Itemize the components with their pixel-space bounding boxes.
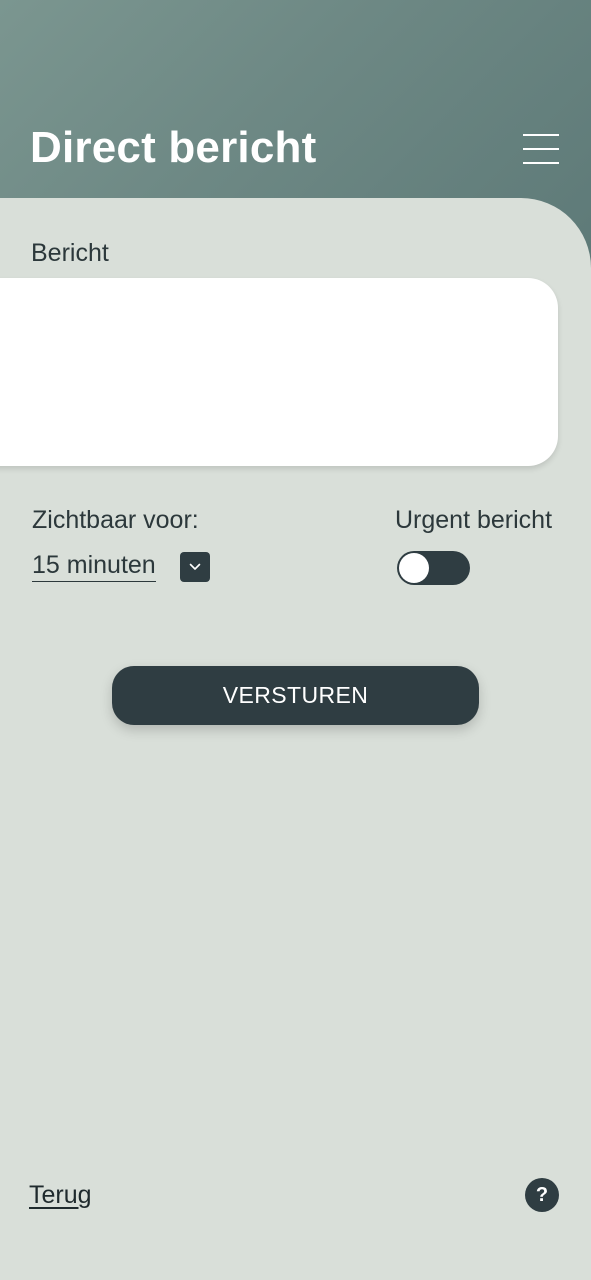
message-label: Bericht [31, 239, 109, 267]
urgent-toggle[interactable] [397, 551, 470, 585]
message-input[interactable] [0, 278, 558, 466]
help-icon: ? [535, 1184, 549, 1206]
visible-for-dropdown-button[interactable] [180, 552, 210, 582]
send-button[interactable]: VERSTUREN [112, 666, 479, 725]
page-title: Direct bericht [30, 123, 317, 172]
content-panel: Bericht Zichtbaar voor: 15 minuten Urgen… [0, 198, 591, 1280]
visible-for-label: Zichtbaar voor: [32, 506, 199, 534]
urgent-label: Urgent bericht [395, 506, 553, 534]
menu-button[interactable] [516, 128, 564, 170]
help-button[interactable]: ? [525, 1178, 559, 1212]
toggle-knob [399, 553, 429, 583]
chevron-down-icon [189, 563, 201, 570]
back-link[interactable]: Terug [29, 1180, 92, 1210]
visible-for-select[interactable]: 15 minuten [32, 550, 156, 582]
